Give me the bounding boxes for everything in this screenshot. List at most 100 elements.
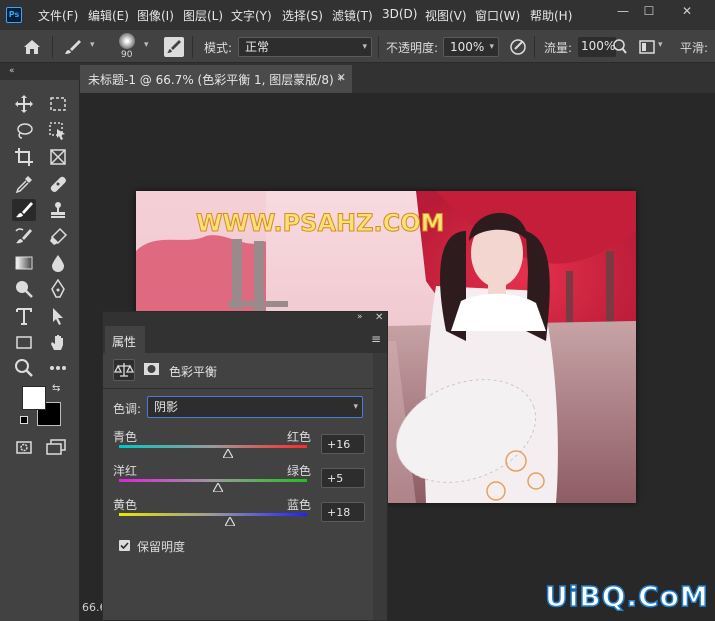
blur-tool-icon[interactable] bbox=[46, 252, 70, 274]
home-button[interactable] bbox=[22, 38, 42, 56]
path-select-tool-icon[interactable] bbox=[46, 305, 70, 327]
hand-tool-icon[interactable] bbox=[46, 331, 70, 353]
minimize-button[interactable]: — bbox=[612, 3, 634, 19]
stamp-tool-icon[interactable] bbox=[46, 199, 70, 221]
rectangle-tool-icon[interactable] bbox=[12, 331, 36, 353]
eyedropper-tool-icon[interactable] bbox=[12, 173, 36, 195]
brush-tool-icon[interactable] bbox=[12, 199, 36, 221]
slider-left-label: 青色 bbox=[113, 430, 138, 444]
flow-label: 流量: bbox=[544, 41, 573, 55]
close-window-button[interactable]: ✕ bbox=[676, 3, 698, 19]
lasso-tool-icon[interactable] bbox=[12, 120, 36, 142]
brush-settings-button[interactable] bbox=[164, 37, 184, 57]
document-tab-strip: « 未标题-1 @ 66.7% (色彩平衡 1, 图层蒙版/8) * ✕ bbox=[0, 63, 715, 93]
chevron-down-icon: ▾ bbox=[353, 402, 358, 412]
brush-size-chevron-icon[interactable]: ▾ bbox=[144, 40, 149, 50]
brush-tip-preview-icon bbox=[119, 33, 135, 49]
flow-scrubby-icon[interactable] bbox=[612, 38, 628, 56]
object-select-tool-icon[interactable] bbox=[46, 120, 70, 142]
menu-window[interactable]: 窗口(W) bbox=[475, 7, 520, 24]
properties-panel: » ✕ 属性 ≡ 色彩平衡 色调: 阴影 ▾ 青色 红色 +16 洋红 绿色 +… bbox=[102, 311, 388, 621]
maximize-button[interactable]: ☐ bbox=[638, 3, 660, 19]
quick-mask-icon[interactable] bbox=[12, 436, 36, 458]
brush-preset-chevron-icon[interactable]: ▾ bbox=[90, 40, 95, 50]
layer-mask-button[interactable] bbox=[141, 359, 163, 381]
healing-tool-icon[interactable] bbox=[46, 173, 70, 195]
menu-select[interactable]: 选择(S) bbox=[282, 7, 323, 24]
slider-thumb[interactable] bbox=[224, 517, 235, 526]
brush-preset-button[interactable] bbox=[62, 38, 84, 56]
slider-left-label: 黄色 bbox=[113, 498, 138, 512]
menu-filter[interactable]: 滤镜(T) bbox=[332, 7, 373, 24]
smoothing-label: 平滑: bbox=[680, 41, 709, 55]
slider-value-field[interactable]: +18 bbox=[321, 502, 365, 522]
menu-3d[interactable]: 3D(D) bbox=[382, 7, 417, 21]
swap-colors-icon[interactable]: ⇆ bbox=[52, 383, 60, 394]
chevron-down-icon: ▾ bbox=[489, 42, 494, 52]
home-icon bbox=[24, 40, 40, 54]
panel-scrollbar[interactable] bbox=[373, 353, 387, 620]
slider-track[interactable] bbox=[119, 479, 307, 482]
mode-dropdown[interactable]: 正常 ▾ bbox=[238, 37, 372, 57]
gradient-tool-icon[interactable] bbox=[12, 252, 36, 274]
document-tab[interactable]: 未标题-1 @ 66.7% (色彩平衡 1, 图层蒙版/8) * ✕ bbox=[80, 65, 352, 93]
airbrush-button[interactable] bbox=[638, 38, 656, 56]
mode-value: 正常 bbox=[245, 40, 270, 54]
tone-dropdown[interactable]: 阴影 ▾ bbox=[147, 396, 363, 418]
close-tab-icon[interactable]: ✕ bbox=[337, 71, 346, 84]
tone-label: 色调: bbox=[113, 402, 142, 416]
opacity-field[interactable]: 100% ▾ bbox=[443, 37, 499, 57]
image-watermark-text: WWW.PSAHZ.COM bbox=[196, 209, 445, 237]
flow-value: 100% bbox=[581, 39, 616, 53]
eraser-tool-icon[interactable] bbox=[46, 226, 70, 248]
slider-thumb[interactable] bbox=[223, 449, 234, 458]
screen-mode-icon[interactable] bbox=[44, 436, 68, 458]
collapse-panel-icon[interactable]: » bbox=[357, 312, 363, 322]
flow-field[interactable]: 100% bbox=[578, 37, 616, 57]
tone-value: 阴影 bbox=[154, 400, 179, 414]
move-tool-icon[interactable] bbox=[12, 93, 36, 115]
marquee-tool-icon[interactable] bbox=[46, 93, 70, 115]
menu-view[interactable]: 视图(V) bbox=[425, 7, 467, 24]
dodge-tool-icon[interactable] bbox=[12, 278, 36, 300]
adjustment-type-button[interactable] bbox=[113, 359, 135, 381]
menu-image[interactable]: 图像(I) bbox=[137, 7, 174, 24]
close-panel-icon[interactable]: ✕ bbox=[375, 312, 383, 323]
slider-thumb[interactable] bbox=[212, 483, 223, 492]
menu-layer[interactable]: 图层(L) bbox=[183, 7, 223, 24]
slider-track[interactable] bbox=[119, 445, 307, 448]
zoom-tool-icon[interactable] bbox=[12, 357, 36, 379]
tab-properties[interactable]: 属性 bbox=[105, 326, 145, 353]
foreground-color-swatch[interactable] bbox=[22, 386, 46, 410]
chevron-down-icon[interactable]: ▾ bbox=[658, 40, 663, 50]
preserve-luminosity-checkbox[interactable] bbox=[119, 540, 130, 551]
brush-settings-icon bbox=[167, 40, 181, 53]
slider-right-label: 红色 bbox=[287, 430, 312, 444]
default-colors-icon[interactable] bbox=[20, 416, 28, 424]
menu-file[interactable]: 文件(F) bbox=[38, 7, 78, 24]
crop-tool-icon[interactable] bbox=[12, 146, 36, 168]
type-tool-icon[interactable] bbox=[12, 305, 36, 327]
panel-tab-row: 属性 ≡ bbox=[103, 326, 387, 353]
slider-track[interactable] bbox=[119, 513, 307, 516]
menu-help[interactable]: 帮助(H) bbox=[530, 7, 572, 24]
panel-menu-icon[interactable]: ≡ bbox=[371, 332, 381, 346]
slider-value-field[interactable]: +5 bbox=[321, 468, 365, 488]
brush-icon bbox=[65, 40, 81, 54]
menu-bar: Ps 文件(F) 编辑(E) 图像(I) 图层(L) 文字(Y) 选择(S) 滤… bbox=[0, 0, 715, 30]
brush-size-picker[interactable]: 90 bbox=[112, 32, 142, 62]
collapse-panel-icon[interactable]: « bbox=[9, 66, 15, 76]
more-tools-icon[interactable] bbox=[46, 357, 70, 379]
balance-scale-icon bbox=[113, 363, 135, 377]
frame-tool-icon[interactable] bbox=[46, 146, 70, 168]
layer-mask-icon bbox=[144, 363, 159, 375]
slider-left-label: 洋红 bbox=[113, 464, 138, 478]
pen-tool-icon[interactable] bbox=[46, 278, 70, 300]
slider-value-field[interactable]: +16 bbox=[321, 434, 365, 454]
menu-type[interactable]: 文字(Y) bbox=[231, 7, 272, 24]
pressure-opacity-button[interactable] bbox=[508, 38, 528, 56]
pen-pressure-icon bbox=[510, 39, 526, 55]
history-brush-tool-icon[interactable] bbox=[12, 226, 36, 248]
yellow-blue-slider: 黄色 蓝色 +18 bbox=[113, 496, 379, 532]
menu-edit[interactable]: 编辑(E) bbox=[88, 7, 129, 24]
